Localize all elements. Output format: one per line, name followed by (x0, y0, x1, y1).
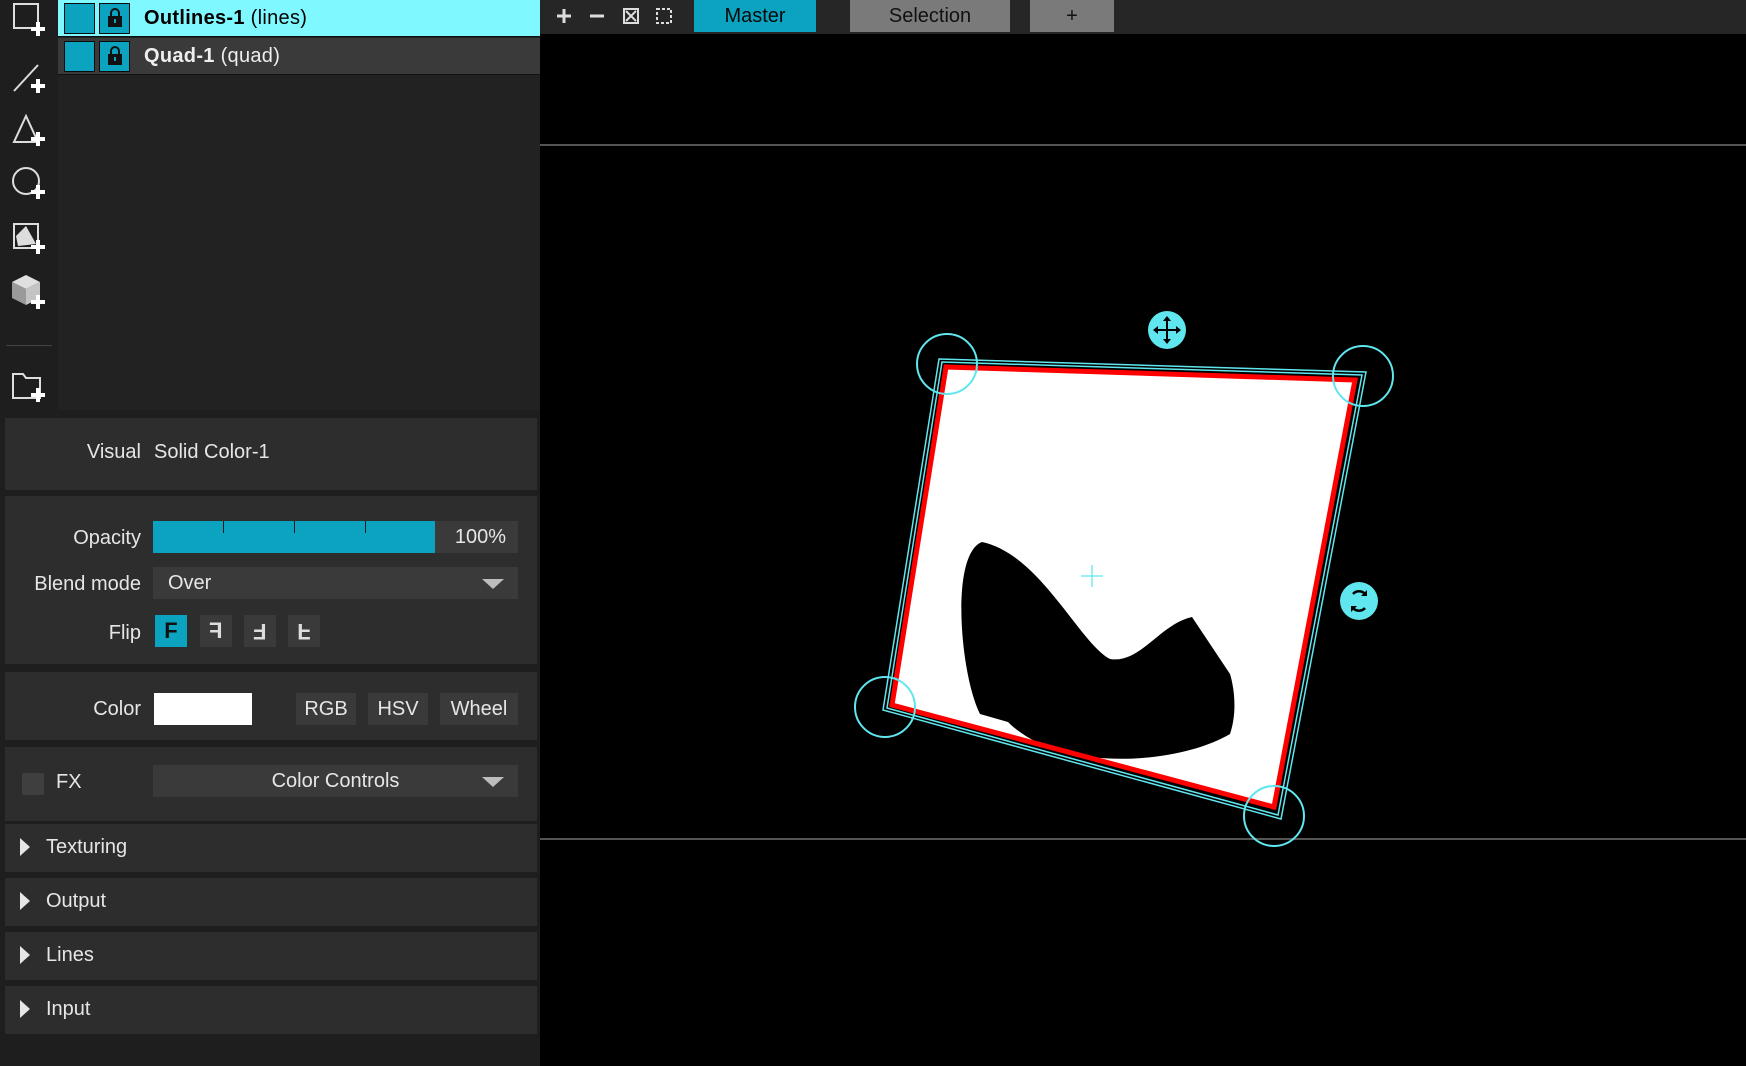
section-output[interactable]: Output (5, 878, 537, 926)
layer-row-quad[interactable]: Quad-1 (quad) (58, 38, 540, 75)
layer-type: (lines) (250, 6, 308, 29)
import-file-icon[interactable] (8, 364, 52, 408)
fx-checkbox[interactable] (22, 773, 44, 795)
fx-label: FX (56, 771, 82, 793)
layer-visibility-toggle[interactable] (64, 2, 95, 34)
blend-mode-label: Blend mode (34, 573, 141, 595)
selection-frame-icon[interactable] (650, 2, 678, 30)
tab-master[interactable]: Master (694, 0, 816, 32)
corner-handle-top-right[interactable] (1332, 345, 1394, 407)
caret-right-icon (20, 892, 30, 910)
add-line-icon[interactable] (8, 57, 52, 101)
color-swatch[interactable] (154, 693, 252, 725)
flip-label: Flip (108, 622, 141, 644)
add-mesh-icon[interactable] (8, 218, 52, 262)
opacity-slider[interactable]: 100% (153, 521, 518, 553)
add-circle-icon[interactable] (8, 163, 52, 207)
caret-right-icon (20, 838, 30, 856)
canvas-toolbar: Master Selection + (540, 0, 1746, 34)
flip-none-button[interactable]: F (155, 615, 187, 647)
output-canvas[interactable] (540, 34, 1746, 1066)
visual-value[interactable]: Solid Color-1 (154, 441, 270, 464)
zoom-in-icon[interactable] (550, 2, 578, 30)
chevron-down-icon (482, 777, 504, 787)
lock-icon[interactable] (99, 2, 130, 34)
rgb-button[interactable]: RGB (296, 693, 356, 725)
visual-section: Visual Solid Color-1 (5, 418, 537, 490)
caret-right-icon (20, 946, 30, 964)
layer-visibility-toggle[interactable] (64, 40, 95, 72)
fx-value: Color Controls (271, 770, 400, 792)
slider-tick (294, 521, 295, 533)
chevron-down-icon (482, 579, 504, 589)
layer-row-outlines[interactable]: Outlines-1 (lines) (58, 0, 540, 37)
color-label: Color (93, 698, 141, 720)
layer-list: Outlines-1 (lines) Quad-1 (quad) (58, 0, 540, 410)
toolstrip-divider (6, 345, 52, 346)
section-label: Texturing (46, 836, 128, 858)
opacity-value: 100% (454, 526, 506, 548)
tool-strip (0, 0, 58, 410)
layer-name: Outlines-1 (144, 6, 245, 29)
fit-to-view-icon[interactable] (617, 2, 645, 30)
quad-surface[interactable] (540, 34, 1746, 1066)
slider-tick (223, 521, 224, 533)
section-label: Output (46, 890, 107, 912)
zoom-out-icon[interactable] (583, 2, 611, 30)
wheel-button[interactable]: Wheel (440, 693, 518, 725)
move-icon[interactable] (1148, 311, 1186, 349)
section-input[interactable]: Input (5, 986, 537, 1034)
opacity-label: Opacity (73, 527, 141, 549)
flip-both-button[interactable]: F (288, 615, 320, 647)
visual-label: Visual (86, 441, 141, 463)
section-lines[interactable]: Lines (5, 932, 537, 980)
flip-vertical-button[interactable]: F (244, 615, 276, 647)
add-rectangle-icon[interactable] (8, 0, 52, 44)
caret-right-icon (20, 1000, 30, 1018)
hsv-button[interactable]: HSV (368, 693, 428, 725)
properties-panel: Visual Solid Color-1 Opacity 100% Blend … (0, 410, 540, 1066)
section-texturing[interactable]: Texturing (5, 824, 537, 872)
blend-mode-value: Over (168, 572, 212, 594)
fx-dropdown[interactable]: Color Controls (153, 765, 518, 797)
add-triangle-icon[interactable] (8, 110, 52, 154)
rotate-icon[interactable] (1340, 582, 1378, 620)
tab-selection[interactable]: Selection (850, 0, 1010, 32)
lock-icon[interactable] (99, 40, 130, 72)
section-label: Input (46, 998, 91, 1020)
slider-tick (365, 521, 366, 533)
flip-horizontal-button[interactable]: F (200, 615, 232, 647)
add-tab-button[interactable]: + (1030, 0, 1114, 32)
layer-name: Quad-1 (144, 44, 215, 67)
layer-type: (quad) (220, 44, 281, 67)
section-label: Lines (46, 944, 94, 966)
add-3d-object-icon[interactable] (8, 271, 52, 315)
blend-mode-dropdown[interactable]: Over (153, 567, 518, 599)
